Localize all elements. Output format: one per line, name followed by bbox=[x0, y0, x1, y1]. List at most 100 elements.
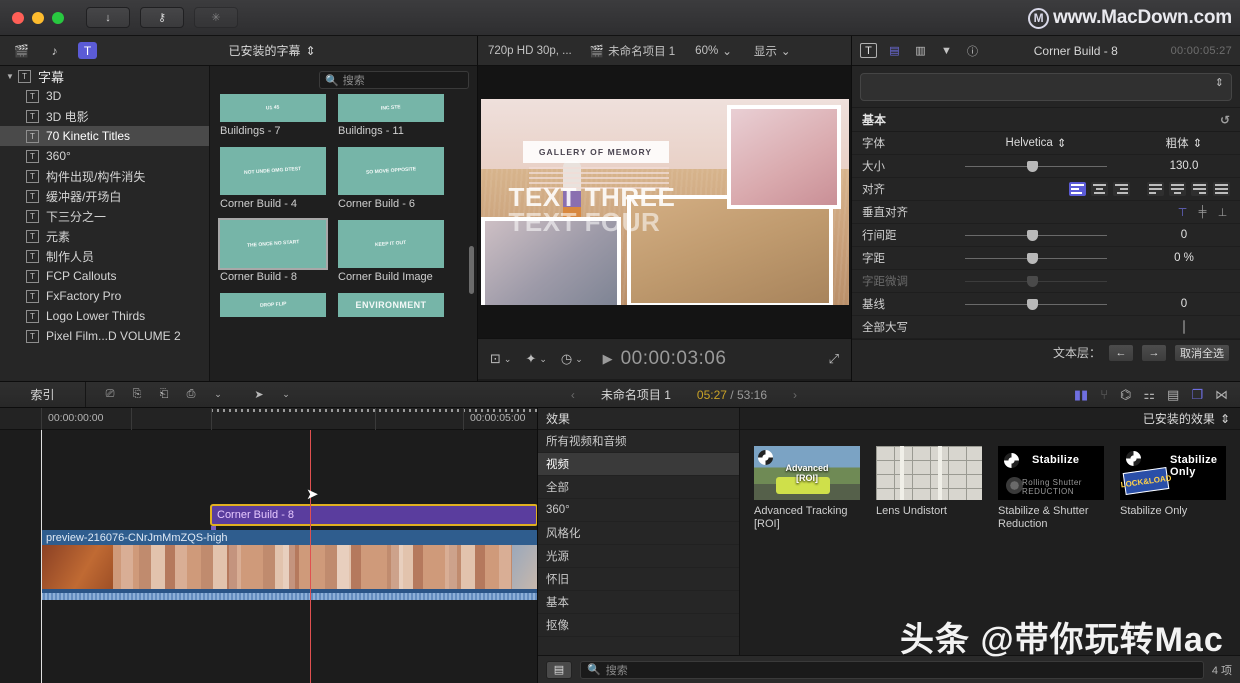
justify-center-button[interactable] bbox=[1169, 182, 1186, 196]
viewer-display-popup[interactable]: 显示 ⌄ bbox=[754, 43, 791, 59]
timeline-playhead[interactable] bbox=[310, 430, 311, 683]
play-icon[interactable]: ▶ bbox=[603, 351, 613, 367]
property-row-font[interactable]: 字体 Helvetica ⇕ 粗体 ⇕ bbox=[852, 132, 1240, 155]
effect-item-stabilize-only[interactable]: Stabilize Only LOCK&LOAD Stabilize Only bbox=[1120, 446, 1226, 531]
retime-button[interactable]: ◷ ⌄ bbox=[561, 351, 583, 367]
property-row-all-caps[interactable]: 全部大写 bbox=[852, 316, 1240, 339]
waveform-icon[interactable]: ⑂ bbox=[1100, 387, 1108, 402]
window-controls[interactable] bbox=[12, 11, 64, 24]
line-spacing-slider[interactable] bbox=[965, 229, 1107, 241]
effect-thumbnail[interactable]: Stabilize Rolling Shutter REDUCTION bbox=[998, 446, 1104, 500]
edit-tools[interactable]: ⎚ ⎘ ⎗ ⎙ ⌄ ➤ ⌄ bbox=[86, 388, 294, 402]
font-style-popup[interactable]: 粗体 ⇕ bbox=[1138, 135, 1230, 151]
item-thumbnail[interactable]: NOT UNDE OMG DTEST bbox=[220, 147, 326, 195]
sidebar-item-3d-movie[interactable]: T 3D 电影 bbox=[0, 106, 209, 126]
timeline-body[interactable]: Corner Build - 8 preview-216076-CNrJmMmZ… bbox=[0, 430, 537, 683]
next-project-icon[interactable]: › bbox=[793, 388, 797, 402]
property-row-tracking[interactable]: 字距 0 % bbox=[852, 247, 1240, 270]
effect-thumbnail[interactable]: Stabilize Only LOCK&LOAD bbox=[1120, 446, 1226, 500]
tracking-value[interactable]: 0 % bbox=[1138, 252, 1230, 264]
property-row-alignment[interactable]: 对齐 bbox=[852, 178, 1240, 201]
justify-left-button[interactable] bbox=[1147, 182, 1164, 196]
effects-category-list[interactable]: 效果 所有视频和音频 视频 全部 360° 风格化 光源 怀旧 基本 抠像 bbox=[538, 408, 740, 655]
effects-category-looks[interactable]: 怀旧 bbox=[538, 568, 739, 591]
video-icon[interactable]: ▥ bbox=[912, 43, 929, 58]
baseline-value[interactable]: 0 bbox=[1138, 298, 1230, 310]
browser-toggle-icon[interactable]: ❐ bbox=[1191, 387, 1203, 403]
text-icon[interactable]: T bbox=[860, 43, 877, 58]
browser-sidebar[interactable]: ▼ T 字幕 T 3D T 3D 电影 T 70 Kinetic Titles … bbox=[0, 66, 210, 381]
sidebar-item-360[interactable]: T 360° bbox=[0, 146, 209, 166]
browser-item-selected[interactable]: THE ONCE NO START Corner Build - 8 bbox=[218, 218, 328, 284]
sidebar-item-logo-lower-thirds[interactable]: T Logo Lower Thirds bbox=[0, 306, 209, 326]
title-icon[interactable]: ▤ bbox=[886, 43, 903, 58]
sidebar-item-70-kinetic-titles[interactable]: T 70 Kinetic Titles bbox=[0, 126, 209, 146]
index-icon[interactable]: ▤ bbox=[1167, 387, 1179, 403]
timeline-toggle-icon[interactable]: ⋈ bbox=[1215, 387, 1228, 403]
effect-thumbnail[interactable] bbox=[876, 446, 982, 500]
effects-category-video[interactable]: 视频 bbox=[538, 453, 739, 476]
justify-right-button[interactable] bbox=[1191, 182, 1208, 196]
effect-item-stabilize-shutter[interactable]: Stabilize Rolling Shutter REDUCTION Stabi… bbox=[998, 446, 1104, 531]
insert-icon[interactable]: ⎘ bbox=[129, 388, 145, 402]
sidebar-item-elements[interactable]: T 元素 bbox=[0, 226, 209, 246]
overwrite-icon[interactable]: ⎗ bbox=[156, 388, 172, 402]
info-icon[interactable]: ⓘ bbox=[964, 43, 981, 58]
timeline-ruler[interactable]: 00:00:00:00 00:00:05:00 bbox=[0, 408, 538, 430]
item-thumbnail[interactable]: DROP FLIP bbox=[220, 293, 326, 317]
prev-text-layer-button[interactable]: ← bbox=[1108, 343, 1134, 362]
property-row-vertical-alignment[interactable]: 垂直对齐 ⊤ ╪ ⊥ bbox=[852, 201, 1240, 224]
item-thumbnail[interactable]: U1 45 bbox=[220, 94, 326, 122]
prev-project-icon[interactable]: ‹ bbox=[571, 388, 575, 402]
crop-transform-button[interactable]: ⊡ ⌄ bbox=[490, 351, 511, 367]
effects-category-light[interactable]: 光源 bbox=[538, 545, 739, 568]
import-media-button[interactable]: ↓ bbox=[86, 7, 130, 28]
slider-knob[interactable] bbox=[1027, 298, 1039, 310]
timeline-video-clip[interactable]: preview-216076-CNrJmMmZQS-high bbox=[41, 530, 537, 600]
minimize-button[interactable] bbox=[32, 11, 44, 24]
effects-category-basics[interactable]: 基本 bbox=[538, 591, 739, 614]
browser-tab-icons[interactable]: 🎬 ♪ T bbox=[12, 42, 97, 59]
inspector-preset-popup[interactable]: ⇕ bbox=[860, 73, 1232, 101]
property-row-baseline[interactable]: 基线 0 bbox=[852, 293, 1240, 316]
all-caps-checkbox[interactable] bbox=[1183, 320, 1185, 334]
select-tool-icon[interactable]: ➤ bbox=[251, 388, 267, 402]
viewer-canvas[interactable]: GALLERY OF MEMORY TEXT THREE TEXT FOUR bbox=[480, 99, 849, 305]
align-left-button[interactable] bbox=[1069, 182, 1086, 196]
browser-item[interactable]: INC STE Buildings - 11 bbox=[338, 94, 444, 138]
next-text-layer-button[interactable]: → bbox=[1141, 343, 1167, 362]
sidebar-item-fxfactory-pro[interactable]: T FxFactory Pro bbox=[0, 286, 209, 306]
sidebar-item-root[interactable]: ▼ T 字幕 bbox=[0, 66, 209, 86]
effects-toggle-button[interactable]: ✳ bbox=[194, 7, 238, 28]
audio-meter-icon[interactable]: ▮▮ bbox=[1074, 387, 1088, 403]
titles-generators-icon[interactable]: T bbox=[78, 42, 97, 59]
line-spacing-value[interactable]: 0 bbox=[1138, 229, 1230, 241]
item-thumbnail[interactable]: INC STE bbox=[338, 94, 444, 122]
property-row-line-spacing[interactable]: 行间距 0 bbox=[852, 224, 1240, 247]
photos-audio-icon[interactable]: ♪ bbox=[45, 42, 64, 59]
valign-bottom-button[interactable]: ⊥ bbox=[1215, 205, 1230, 219]
browser-scrollbar[interactable] bbox=[469, 246, 474, 294]
sidebar-item-lower-thirds[interactable]: T 下三分之一 bbox=[0, 206, 209, 226]
valign-middle-button[interactable]: ╪ bbox=[1195, 205, 1210, 219]
sidebar-item-credits[interactable]: T 制作人员 bbox=[0, 246, 209, 266]
browser-item[interactable]: SO MOVE OPPOSITE Corner Build - 6 bbox=[338, 147, 444, 211]
valign-top-button[interactable]: ⊤ bbox=[1175, 205, 1190, 219]
effects-installed-popup[interactable]: 已安装的效果 ⇕ bbox=[740, 408, 1240, 430]
chevron-down-icon[interactable]: ⌄ bbox=[278, 388, 294, 402]
viewer-zoom-popup[interactable]: 60% ⌄ bbox=[695, 44, 732, 58]
timeline-right-icons[interactable]: ▮▮ ⑂ ⌬ ⚏ ▤ ❐ ⋈ bbox=[1074, 387, 1240, 403]
align-center-button[interactable] bbox=[1091, 182, 1108, 196]
effects-category-keying[interactable]: 抠像 bbox=[538, 614, 739, 637]
sidebar-item-bumper-opener[interactable]: T 缓冲器/开场白 bbox=[0, 186, 209, 206]
browser-category-popup[interactable]: 已安装的字幕 ⇕ bbox=[97, 42, 447, 59]
tracking-slider[interactable] bbox=[965, 252, 1107, 264]
headphone-icon[interactable]: ⌬ bbox=[1120, 387, 1131, 403]
size-slider[interactable] bbox=[965, 160, 1107, 172]
effects-view-toggle-button[interactable]: ▤ bbox=[546, 660, 572, 679]
item-thumbnail[interactable]: ENVIRONMENT bbox=[338, 293, 444, 317]
maximize-button[interactable] bbox=[52, 11, 64, 24]
browser-item[interactable]: DROP FLIP bbox=[220, 293, 326, 317]
browser-item[interactable]: NOT UNDE OMG DTEST Corner Build - 4 bbox=[220, 147, 326, 211]
effect-item-lens-undistort[interactable]: Lens Undistort bbox=[876, 446, 982, 531]
